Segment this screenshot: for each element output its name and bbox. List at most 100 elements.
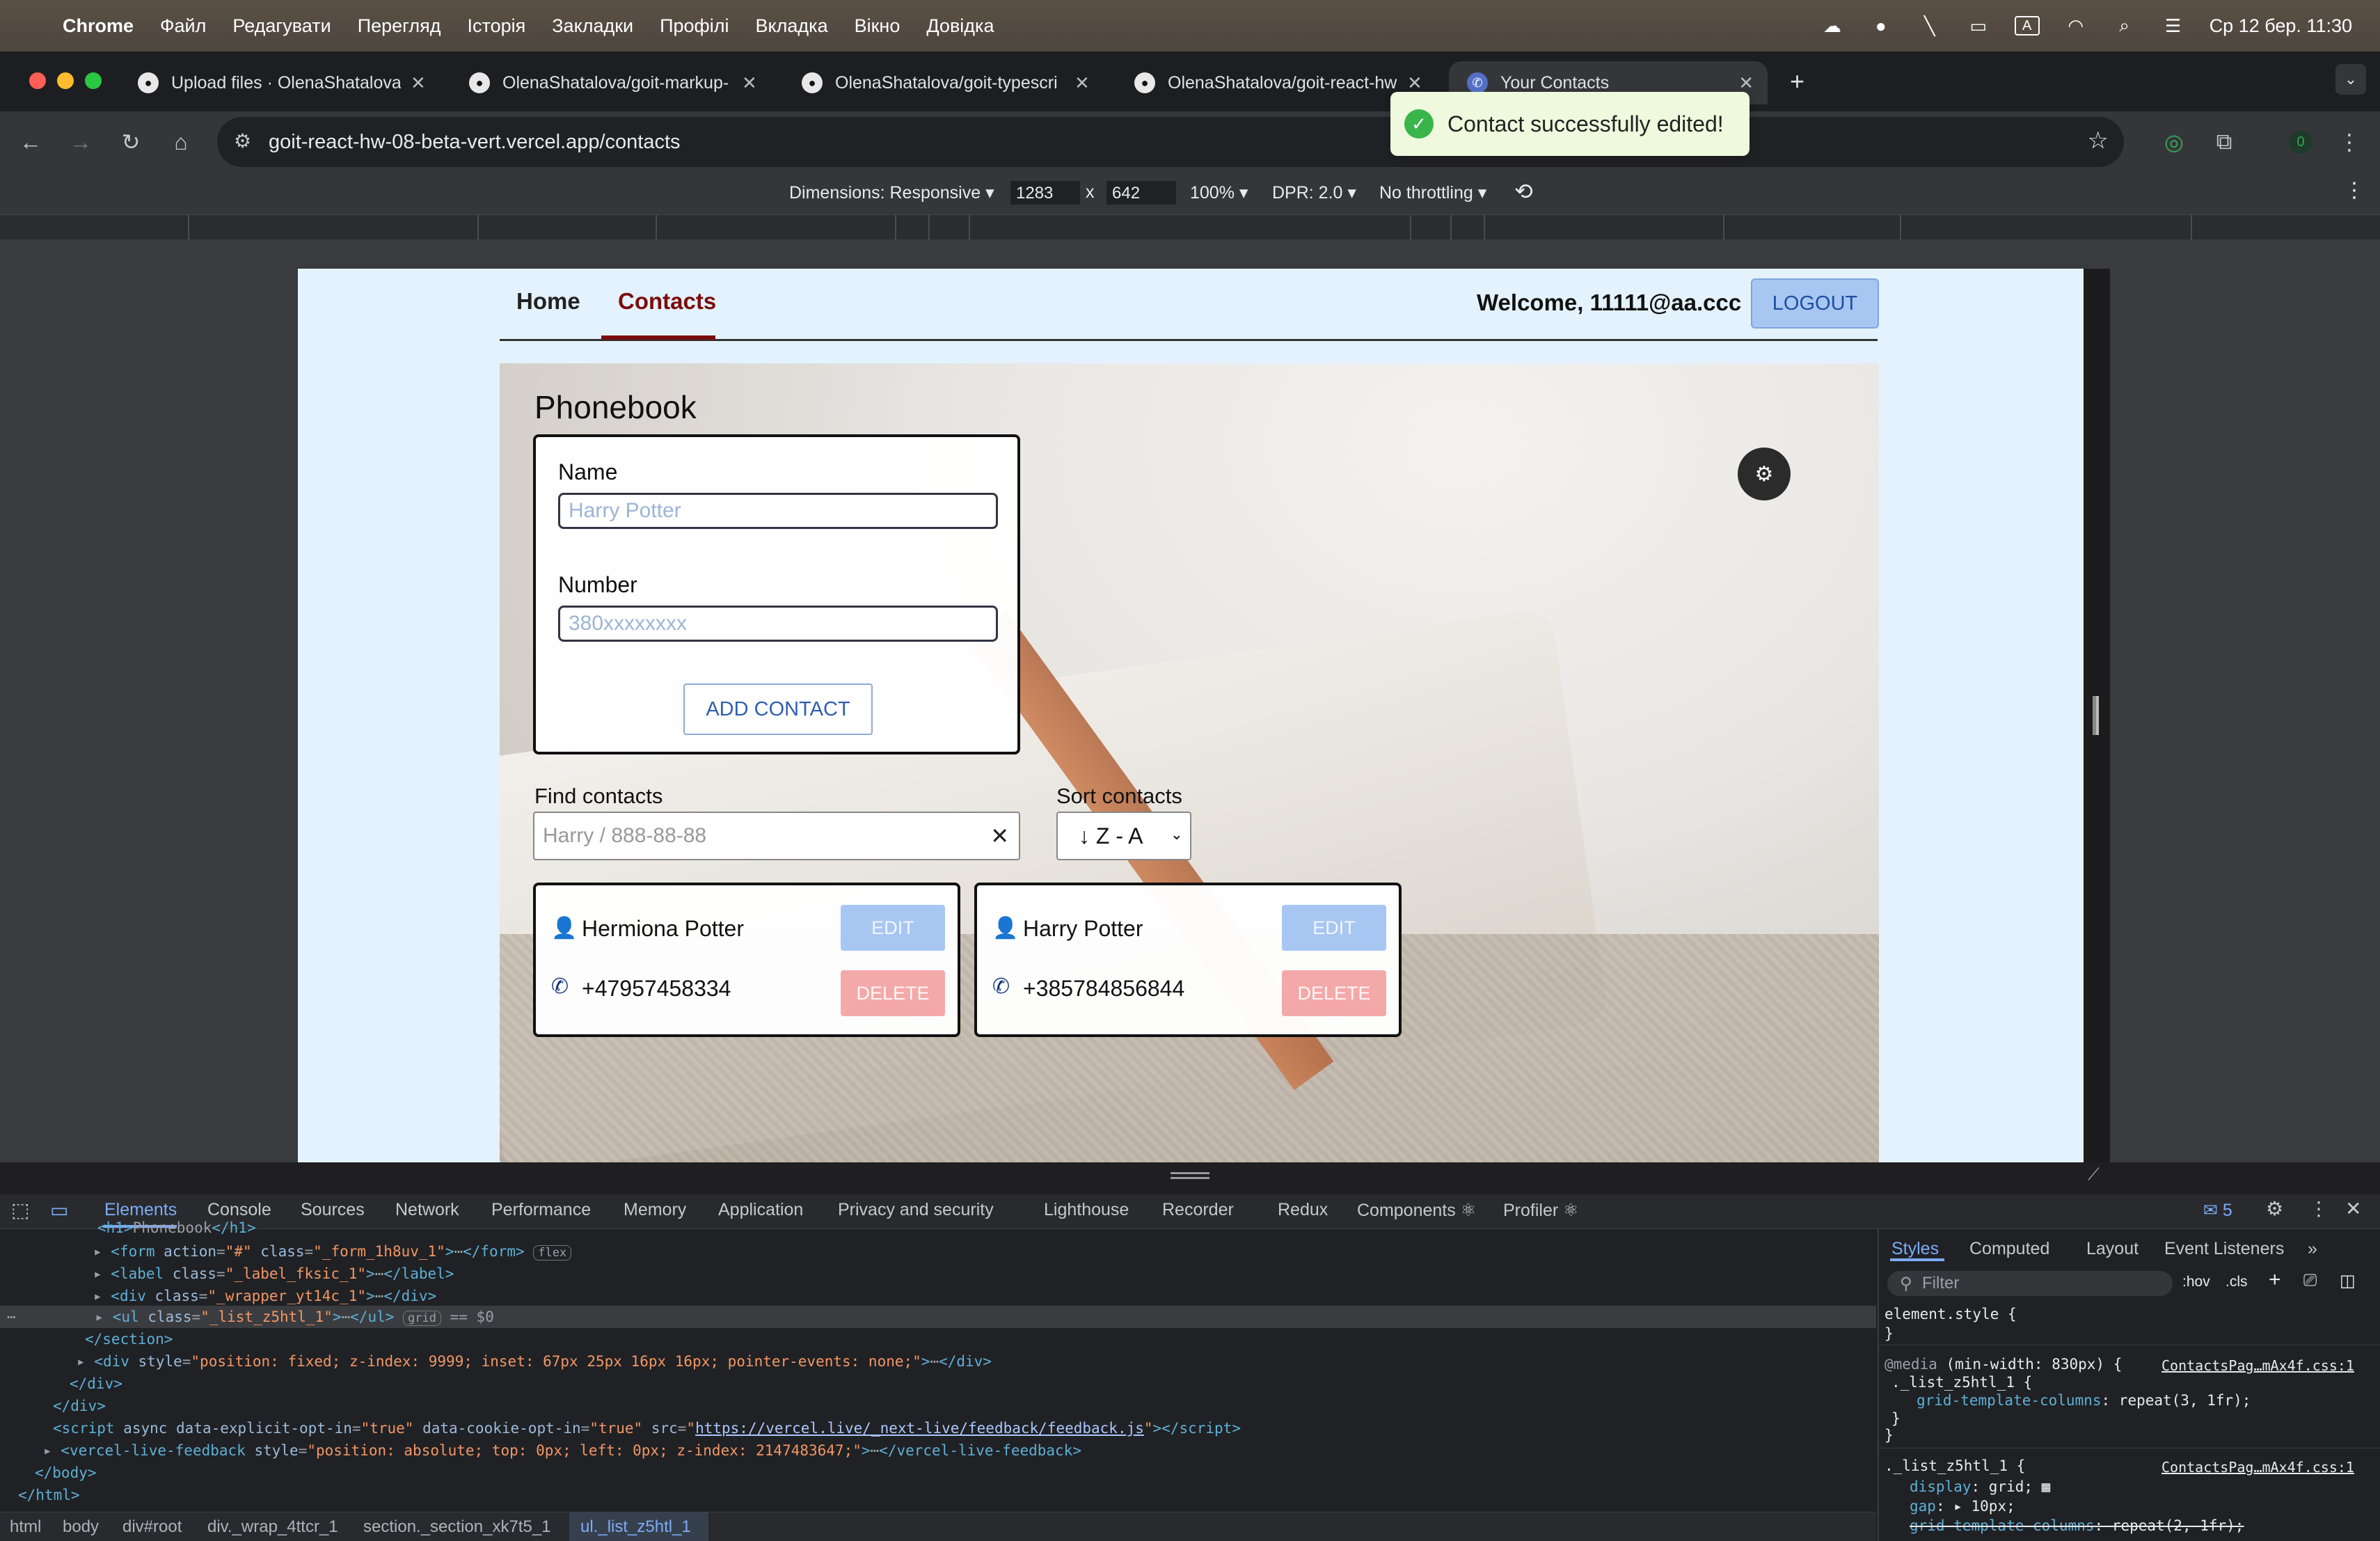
number-input[interactable]: 380xxxxxxxx — [558, 606, 998, 642]
nav-link-contacts[interactable]: Contacts — [618, 288, 716, 315]
bookmark-star-icon[interactable]: ☆ — [2088, 127, 2109, 155]
back-arrow-icon[interactable]: ← — [14, 125, 47, 159]
profile-badge[interactable]: 0 — [2284, 125, 2317, 159]
menu-item-file[interactable]: Файл — [160, 15, 206, 37]
devtools-tab-application[interactable]: Application — [718, 1200, 803, 1220]
inspect-element-icon[interactable]: ⬚ — [11, 1199, 29, 1222]
clear-search-icon[interactable]: ✕ — [990, 823, 1009, 849]
control-center-icon[interactable]: ☰ — [2161, 15, 2186, 36]
menu-bar-clock[interactable]: Ср 12 бер. 11:30 — [2210, 15, 2352, 37]
browser-menu-kebab-icon[interactable]: ⋮ — [2333, 125, 2366, 159]
browser-tab[interactable]: ● OlenaShatalova/goit-markup- ✕ — [451, 61, 782, 104]
dom-line[interactable]: <script async data-explicit-opt-in="true… — [53, 1420, 1241, 1437]
tab-close-icon[interactable]: ✕ — [742, 72, 757, 94]
tab-close-icon[interactable]: ✕ — [1738, 72, 1754, 94]
styles-filter-input[interactable]: ⚲ Filter — [1887, 1271, 2173, 1296]
style-declaration[interactable]: grid-template-columns: repeat(3, 1fr); — [1917, 1392, 2251, 1409]
element-state-icon[interactable]: ⎚ — [2303, 1271, 2317, 1290]
battery-icon[interactable]: ▭ — [1966, 15, 1991, 36]
devtools-tab-components[interactable]: Components ⚛ — [1357, 1200, 1476, 1221]
style-rule-element[interactable]: element.style { — [1885, 1306, 2017, 1322]
computed-sidebar-toggle-icon[interactable]: ◫ — [2340, 1271, 2356, 1291]
devtools-tab-elements[interactable]: Elements — [104, 1200, 177, 1220]
extension-circle-icon[interactable]: ◎ — [2157, 125, 2191, 159]
tab-close-icon[interactable]: ✕ — [1407, 72, 1422, 94]
style-media-query[interactable]: @media (min-width: 830px) { — [1885, 1356, 2122, 1373]
style-source-link[interactable]: ContactsPag…mAx4f.css:1 — [2161, 1459, 2354, 1476]
window-minimize-icon[interactable] — [57, 72, 74, 89]
styles-more-tabs-icon[interactable]: » — [2308, 1239, 2317, 1259]
dom-line[interactable]: ▸ <label class="_label_fksic_1">⋯</label… — [93, 1265, 454, 1282]
dom-line[interactable]: ▸ <div class="_wrapper_yt14c_1">⋯</div> — [93, 1288, 436, 1304]
breadcrumb-item-selected[interactable]: ul._list_z5htl_1 — [580, 1517, 691, 1537]
height-input[interactable]: 642 — [1106, 181, 1176, 205]
devtools-more-kebab-icon[interactable]: ⋮ — [2309, 1197, 2329, 1220]
hov-toggle[interactable]: :hov — [2182, 1274, 2210, 1290]
throttling-select[interactable]: No throttling ▾ — [1379, 182, 1486, 203]
style-declaration[interactable]: gap: ▸ 10px; — [1910, 1498, 2015, 1515]
breadcrumb-item[interactable]: html — [10, 1517, 41, 1537]
forward-arrow-icon[interactable]: → — [64, 125, 97, 159]
issues-counter[interactable]: ✉ 5 — [2203, 1200, 2232, 1221]
style-declaration[interactable]: display: grid; ▦ — [1910, 1478, 2050, 1495]
devtools-tab-recorder[interactable]: Recorder — [1162, 1200, 1234, 1220]
wifi-icon[interactable]: ◠ — [2063, 15, 2088, 36]
devtools-tab-profiler[interactable]: Profiler ⚛ — [1503, 1200, 1579, 1221]
extensions-puzzle-icon[interactable]: ⧉ — [2207, 125, 2241, 159]
style-selector[interactable]: ._list_z5htl_1 { — [1891, 1374, 2032, 1391]
reload-icon[interactable]: ↻ — [114, 125, 148, 159]
breadcrumb-item[interactable]: div._wrap_4ttcr_1 — [207, 1517, 338, 1537]
notification-app-icon[interactable]: ● — [1869, 15, 1894, 36]
add-contact-button[interactable]: ADD CONTACT — [683, 683, 873, 735]
spotlight-search-icon[interactable]: ⌕ — [2112, 15, 2137, 36]
viewport-height-resize-handle[interactable] — [1171, 1172, 1209, 1179]
devtools-tab-performance[interactable]: Performance — [491, 1200, 591, 1220]
devtools-tab-sources[interactable]: Sources — [301, 1200, 365, 1220]
delete-contact-button[interactable]: DELETE — [841, 970, 945, 1016]
zoom-select[interactable]: 100% ▾ — [1190, 182, 1248, 203]
style-selector[interactable]: ._list_z5htl_1 { — [1885, 1457, 2025, 1474]
dom-line[interactable]: </div> — [70, 1375, 122, 1392]
edit-contact-button[interactable]: EDIT — [1282, 905, 1386, 951]
rotate-icon[interactable]: ⟲ — [1514, 178, 1533, 205]
device-toggle-icon[interactable]: ▭ — [50, 1199, 68, 1222]
keyboard-layout-icon[interactable]: A — [2014, 16, 2040, 35]
devtools-tab-redux[interactable]: Redux — [1278, 1200, 1328, 1220]
browser-tab[interactable]: ● Upload files · OlenaShatalova/ ✕ — [120, 61, 450, 104]
site-settings-icon[interactable]: ⚙ — [234, 129, 251, 152]
devtools-tab-console[interactable]: Console — [207, 1200, 271, 1220]
breadcrumb-item[interactable]: body — [63, 1517, 99, 1537]
browser-tab[interactable]: ● OlenaShatalova/goit-typescri ✕ — [784, 61, 1115, 104]
devtools-tab-privacy[interactable]: Privacy and security — [838, 1200, 994, 1220]
breadcrumb-item[interactable]: div#root — [122, 1517, 182, 1537]
cls-toggle[interactable]: .cls — [2226, 1274, 2248, 1290]
new-style-rule-plus-icon[interactable]: + — [2269, 1268, 2281, 1292]
dom-line[interactable]: ▸ <vercel-live-feedback style="position:… — [43, 1442, 1081, 1459]
styles-tab-computed[interactable]: Computed — [1969, 1239, 2049, 1259]
dpr-select[interactable]: DPR: 2.0 ▾ — [1272, 182, 1356, 203]
width-input[interactable]: 1283 — [1010, 181, 1080, 205]
nav-link-home[interactable]: Home — [516, 288, 580, 315]
dom-line[interactable]: ▸ <form action="#" class="_form_1h8uv_1"… — [93, 1243, 572, 1261]
name-input[interactable]: Harry Potter — [558, 493, 998, 529]
menu-app-name[interactable]: Chrome — [63, 15, 134, 37]
menu-item-edit[interactable]: Редагувати — [232, 15, 331, 37]
edit-contact-button[interactable]: EDIT — [841, 905, 945, 951]
styles-tab-layout[interactable]: Layout — [2086, 1239, 2139, 1259]
home-icon[interactable]: ⌂ — [164, 125, 198, 159]
dom-line[interactable]: <h1>Phonebook</h1> — [97, 1219, 256, 1236]
dom-line[interactable]: </div> — [53, 1398, 106, 1414]
media-query-ruler[interactable] — [0, 214, 2380, 240]
device-toolbar-more-icon[interactable]: ⋮ — [2344, 178, 2365, 203]
new-tab-plus-icon[interactable]: + — [1790, 67, 1804, 96]
dimensions-select[interactable]: Dimensions: Responsive ▾ — [789, 182, 994, 203]
corner-resize-icon[interactable]: ⟋ — [2088, 1165, 2100, 1185]
dom-line[interactable]: </section> — [85, 1331, 173, 1348]
delete-contact-button[interactable]: DELETE — [1282, 970, 1386, 1016]
logout-button[interactable]: LOGOUT — [1751, 278, 1879, 329]
menu-item-view[interactable]: Перегляд — [358, 15, 441, 37]
style-source-link[interactable]: ContactsPag…mAx4f.css:1 — [2161, 1357, 2354, 1374]
devtools-tab-lighthouse[interactable]: Lighthouse — [1044, 1200, 1129, 1220]
window-zoom-icon[interactable] — [85, 72, 102, 89]
devtools-close-icon[interactable]: ✕ — [2345, 1197, 2361, 1220]
